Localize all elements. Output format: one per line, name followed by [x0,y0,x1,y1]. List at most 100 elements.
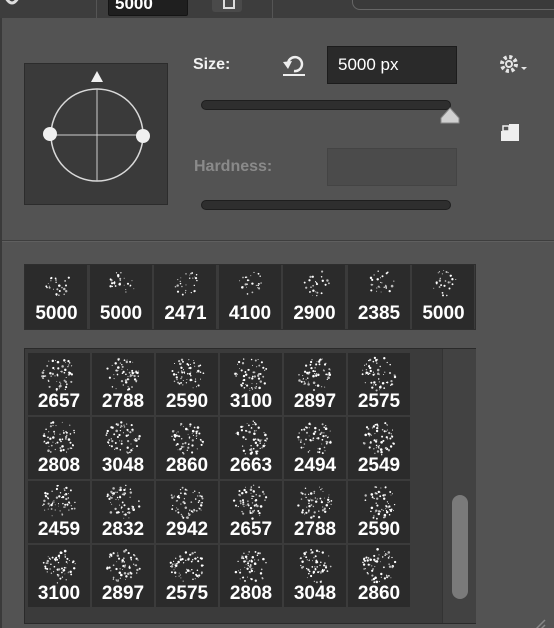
brush-size-label: 2860 [165,455,209,476]
brush-preset-tile[interactable]: 3100 [220,353,282,415]
brush-tip-preview [361,356,397,392]
gear-icon[interactable] [498,52,528,76]
brush-tip-preview [238,271,262,295]
brush-tip-preview [41,359,73,392]
recent-brush-tile[interactable]: 2471 [154,265,217,329]
recent-brush-tile[interactable]: 4100 [218,265,282,329]
recent-brush-tile[interactable]: 5000 [25,265,88,329]
recent-brush-tile[interactable]: 2900 [283,265,346,329]
recent-brush-tile[interactable]: 5000 [89,265,153,329]
brush-preset-tile[interactable]: 3048 [92,417,154,479]
brush-preset-tile[interactable]: 2575 [348,353,410,415]
brush-preset-tile[interactable]: 2459 [28,481,90,543]
brush-size-label: 5000 [35,303,78,324]
brush-size-label: 2897 [101,583,145,604]
brush-tip-preview [364,485,396,520]
brush-size-label: 2575 [357,391,401,412]
brush-size-label: 2832 [101,519,145,540]
brush-preset-tile[interactable]: 2575 [156,545,218,607]
brush-tip-preview [297,422,332,455]
brush-size-label: 2494 [293,455,337,476]
brush-preset-tile[interactable]: 2808 [220,545,282,607]
roundness-handle-right[interactable] [136,129,150,143]
brush-preset-tile[interactable]: 2663 [220,417,282,479]
brush-size-label: 2897 [293,391,337,412]
brush-tip-preview [362,422,395,456]
brush-tip-preview [106,484,141,519]
brush-preset-tile[interactable]: 3048 [284,545,346,607]
brush-size-input[interactable]: 5000 px [327,46,457,84]
brush-tip-preview [170,486,204,519]
toolbar-brush-size-field[interactable]: 5000 [108,0,188,16]
brush-preset-tile[interactable]: 2832 [92,481,154,543]
brush-tip-preview [174,272,198,296]
brush-tip-preview [42,549,76,584]
roundness-handle-left[interactable] [43,127,57,141]
brush-tip-preview [171,422,204,455]
brush-size-label: 2808 [37,455,81,476]
brush-size-label: 2788 [101,391,145,412]
brush-tip-preview [299,549,332,584]
brush-preset-tile[interactable]: 2897 [284,353,346,415]
brush-size-label: 3100 [37,583,81,604]
brush-tip-preview [42,421,75,453]
brush-size-label: 2663 [229,455,273,476]
brush-preset-tile[interactable]: 2860 [348,545,410,607]
brush-preset-tile[interactable]: 2549 [348,417,410,479]
brush-presets-grid: 2657 2788 2590 3100 2897 2575 2808 3048 2860 2663… [24,348,476,624]
brush-size-label: 2788 [293,519,337,540]
brush-preset-tile[interactable]: 2942 [156,481,218,543]
brush-size-label: 3048 [293,583,337,604]
hardness-input [327,148,457,186]
brush-tip-preview [171,358,205,389]
brush-size-label: 2575 [165,583,209,604]
new-preset-icon[interactable] [500,122,524,144]
brush-preset-tile[interactable]: 2590 [348,481,410,543]
hardness-slider [201,200,451,210]
brush-preset-tile[interactable]: 2590 [156,353,218,415]
brush-preset-tile[interactable]: 2860 [156,417,218,479]
angle-arrow-handle[interactable] [91,71,103,82]
brush-preset-tile[interactable]: 2808 [28,417,90,479]
brush-size-label: 2942 [165,519,209,540]
brush-size-label: 2590 [357,519,401,540]
recent-brush-tile[interactable]: 5000 [412,265,475,329]
brush-size-label: 2657 [229,519,273,540]
brush-tip-preview [297,486,333,519]
recent-brush-tile[interactable]: 2385 [347,265,411,329]
brush-size-label: 2459 [37,519,81,540]
brush-size-label: 2657 [37,391,81,412]
brush-preset-tile[interactable]: 3100 [28,545,90,607]
brush-preset-tile[interactable]: 2897 [92,545,154,607]
brush-size-slider-thumb[interactable] [439,106,461,126]
brush-size-label: 4100 [228,303,272,324]
recent-brushes-row: 5000 5000 2471 4100 2900 2385 5000 [24,264,476,330]
brush-tip-preview [303,270,330,297]
brush-preset-tile[interactable]: 2788 [92,353,154,415]
brush-tip-preview [235,420,269,455]
brush-size-label: 2590 [165,391,209,412]
brush-preset-tile[interactable]: 2788 [284,481,346,543]
scrollbar-thumb[interactable] [452,495,468,599]
scrollbar-track[interactable] [442,349,476,623]
brush-tip-preview [106,357,139,391]
brush-tip-preview [362,548,397,584]
brush-size-label: 5000 [99,303,143,324]
resize-grip-icon[interactable] [528,616,546,628]
brush-size-label: 3048 [101,455,145,476]
toolbar-mode-dropdown[interactable] [352,0,554,10]
brush-angle-roundness-icon [43,71,150,182]
reset-arrow-icon[interactable] [280,52,308,78]
brush-preset-tile[interactable]: 2657 [28,353,90,415]
brush-tip-preview [108,272,134,293]
brush-tip-preview [105,421,141,454]
brush-preset-tile[interactable]: 2494 [284,417,346,479]
brush-size-slider[interactable] [201,100,451,110]
brush-preset-picker: Size: 5000 px Hardness: 5000 5000 2471 4100… [0,18,554,628]
brush-size-label: 2900 [293,303,336,324]
panel-divider [2,241,554,242]
brush-preset-tile[interactable]: 2657 [220,481,282,543]
brush-tool-icon[interactable] [4,0,20,8]
brush-panel-toggle-icon[interactable] [212,0,242,12]
brush-angle-roundness-control[interactable] [24,63,168,205]
